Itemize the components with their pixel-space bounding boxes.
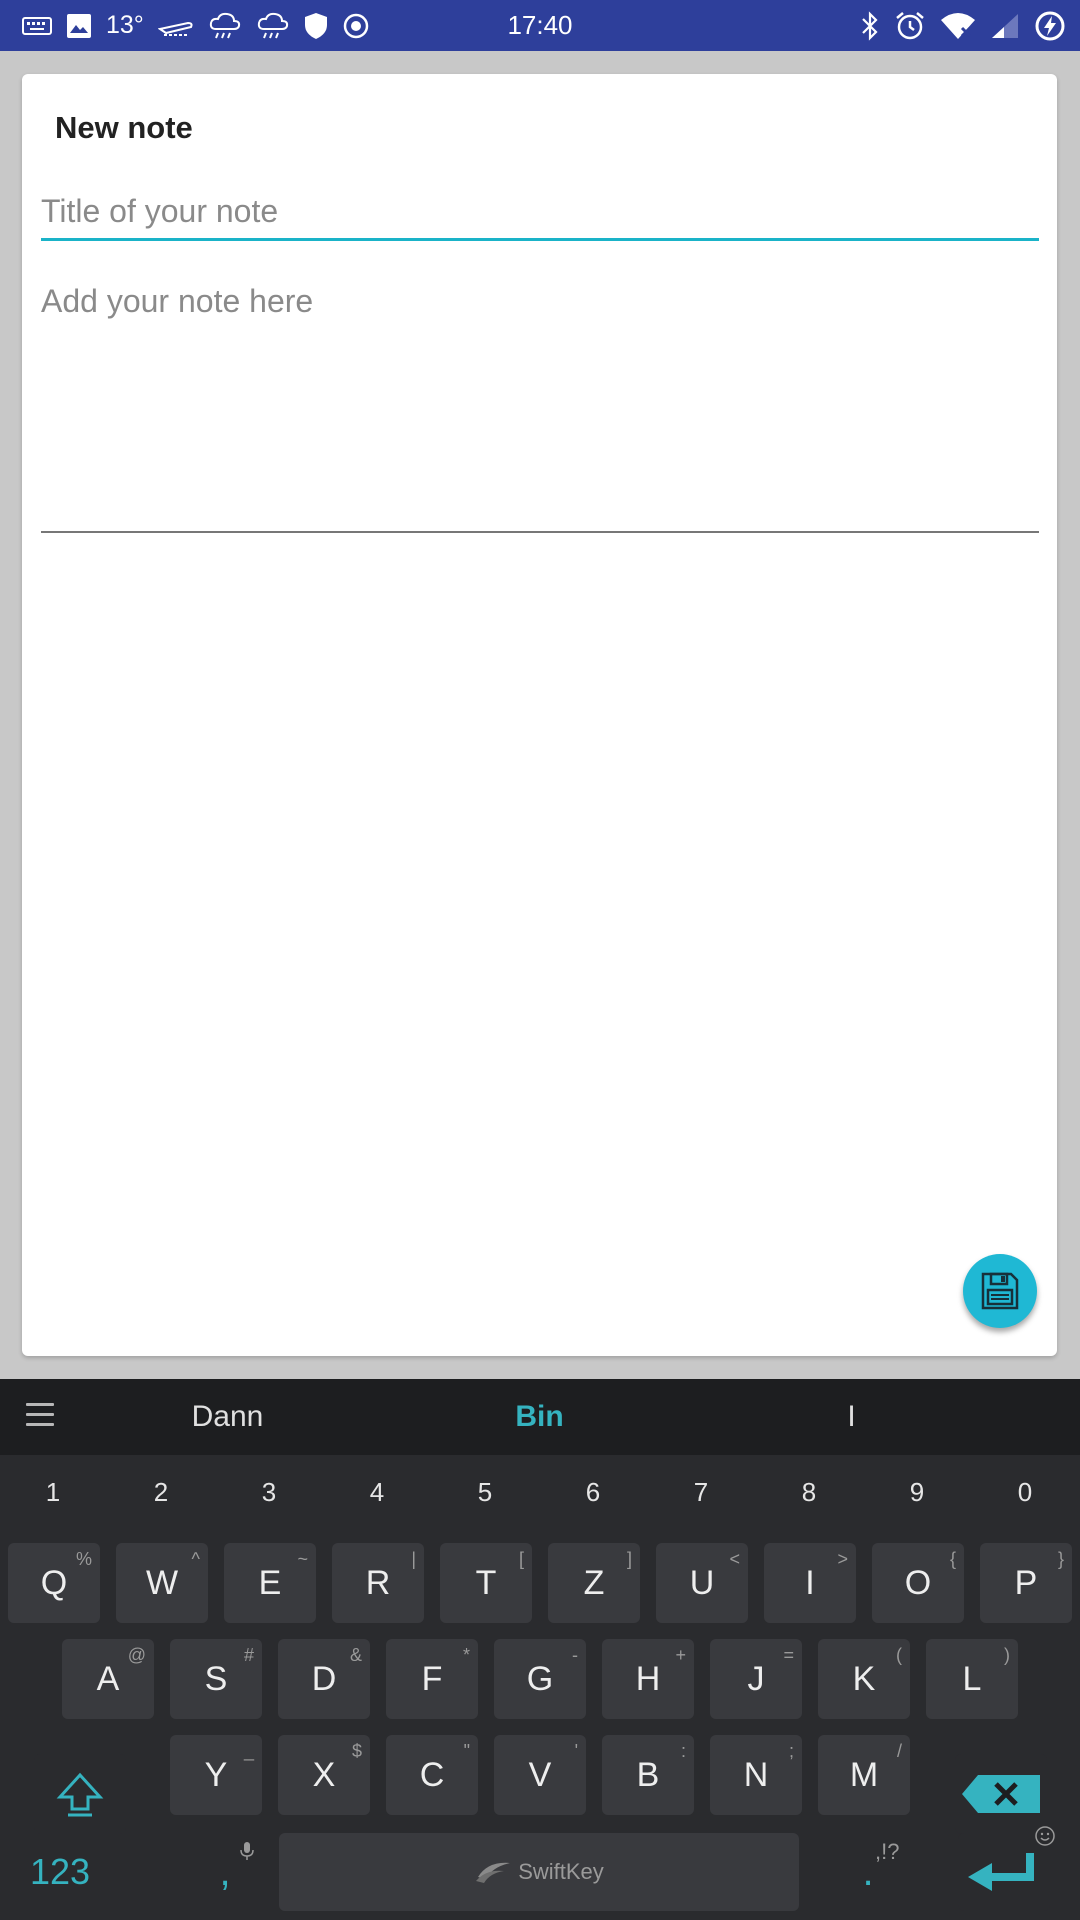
floppy-disk-icon	[981, 1272, 1019, 1310]
letter-key[interactable]: G-	[494, 1639, 586, 1719]
key-alt-label: '	[574, 1741, 578, 1761]
shift-key[interactable]	[34, 1754, 126, 1834]
key-alt-label: *	[462, 1645, 470, 1665]
bluetooth-icon	[860, 8, 880, 44]
key-alt-label: "	[463, 1741, 470, 1761]
number-key[interactable]: 6	[563, 1455, 623, 1529]
letter-key[interactable]: J =	[710, 1639, 802, 1719]
letter-key[interactable]: I >	[764, 1543, 856, 1623]
key-label: R	[365, 1563, 391, 1602]
key-alt-label: >	[837, 1549, 848, 1569]
key-alt-label: :	[680, 1741, 686, 1761]
letter-key[interactable]: S #	[170, 1639, 262, 1719]
key-alt-label: /	[896, 1741, 902, 1761]
letter-key[interactable]: V '	[494, 1735, 586, 1815]
note-body-input[interactable]	[41, 277, 1039, 533]
letter-key[interactable]: R |	[332, 1543, 424, 1623]
key-alt-label: [	[518, 1549, 524, 1569]
letter-key[interactable]: P}	[980, 1543, 1072, 1623]
backspace-icon	[962, 1775, 1040, 1813]
shift-icon	[56, 1772, 104, 1817]
key-alt-label: ^	[191, 1549, 200, 1569]
key-alt-label: |	[411, 1549, 416, 1569]
number-key[interactable]: 7	[671, 1455, 731, 1529]
key-alt-label: %	[75, 1549, 92, 1569]
microphone-icon	[240, 1842, 254, 1860]
swiftkey-keyboard: Dann Bin I 1234567890 Q% W ^ E ~ R | T[Z] U < I > O{…	[0, 1379, 1080, 1920]
new-note-card: New note	[22, 74, 1057, 1356]
alarm-icon	[894, 8, 926, 44]
key-alt-label: )	[1004, 1645, 1010, 1665]
letter-key[interactable]: L)	[926, 1639, 1018, 1719]
key-alt-label: ]	[626, 1549, 632, 1569]
wifi-icon	[940, 8, 976, 44]
letter-key[interactable]: Y _	[170, 1735, 262, 1815]
enter-key[interactable]	[958, 1826, 1055, 1911]
emoji-icon	[1035, 1826, 1055, 1846]
letter-key[interactable]: Q%	[8, 1543, 100, 1623]
number-key[interactable]: 5	[455, 1455, 515, 1529]
suggestion-left[interactable]: Dann	[140, 1379, 315, 1455]
space-key[interactable]: SwiftKey	[279, 1833, 799, 1911]
number-row: 1234567890	[0, 1455, 1080, 1529]
number-key[interactable]: 4	[347, 1455, 407, 1529]
key-alt-label: &	[349, 1645, 362, 1665]
page-title: New note	[55, 110, 193, 145]
menu-icon[interactable]	[26, 1403, 54, 1431]
number-key[interactable]: 3	[239, 1455, 299, 1529]
key-alt-label: ;	[788, 1741, 794, 1761]
suggestion-right[interactable]: I	[764, 1379, 939, 1455]
backspace-key[interactable]	[955, 1754, 1047, 1834]
number-key[interactable]: 1	[23, 1455, 83, 1529]
letter-key[interactable]: B:	[602, 1735, 694, 1815]
number-key[interactable]: 9	[887, 1455, 947, 1529]
suggestion-center[interactable]: Bin	[452, 1379, 627, 1455]
key-alt-label: $	[351, 1741, 362, 1761]
key-alt-label: +	[675, 1645, 686, 1665]
letter-key[interactable]: N;	[710, 1735, 802, 1815]
letter-key[interactable]: Z]	[548, 1543, 640, 1623]
letter-key[interactable]: O{	[872, 1543, 964, 1623]
number-key[interactable]: 8	[779, 1455, 839, 1529]
key-alt-label: }	[1057, 1549, 1064, 1569]
key-alt-label: @	[127, 1645, 146, 1665]
signal-icon	[990, 8, 1020, 44]
letter-key[interactable]: C "	[386, 1735, 478, 1815]
swiftkey-label: SwiftKey	[518, 1859, 604, 1884]
key-label: V	[528, 1755, 552, 1794]
save-button[interactable]	[963, 1254, 1037, 1328]
number-key[interactable]: 2	[131, 1455, 191, 1529]
battery-charging-icon	[1034, 8, 1066, 44]
note-title-input[interactable]	[41, 184, 1039, 241]
punctuation-hint: ,!?	[875, 1839, 900, 1864]
enter-icon	[968, 1853, 1034, 1891]
key-alt-label: <	[729, 1549, 740, 1569]
letter-key[interactable]: H +	[602, 1639, 694, 1719]
letter-key[interactable]: U <	[656, 1543, 748, 1623]
letter-key[interactable]: F *	[386, 1639, 478, 1719]
key-alt-label: -	[572, 1645, 578, 1665]
letter-key[interactable]: A @	[62, 1639, 154, 1719]
suggestion-bar: Dann Bin I	[0, 1379, 1080, 1455]
key-alt-label: =	[783, 1645, 794, 1665]
key-alt-label: ~	[297, 1549, 308, 1569]
letter-key[interactable]: X $	[278, 1735, 370, 1815]
key-alt-label: (	[896, 1645, 902, 1665]
status-bar: 13° 17:40	[0, 0, 1080, 51]
letter-key[interactable]: T[	[440, 1543, 532, 1623]
letter-key[interactable]: M /	[818, 1735, 910, 1815]
key-alt-label: {	[949, 1549, 956, 1569]
numbers-key[interactable]: 123	[30, 1833, 130, 1911]
number-key[interactable]: 0	[995, 1455, 1055, 1529]
letter-key[interactable]: K(	[818, 1639, 910, 1719]
key-alt-label: _	[243, 1741, 254, 1761]
letter-key[interactable]: D &	[278, 1639, 370, 1719]
letter-key[interactable]: E ~	[224, 1543, 316, 1623]
status-right-icons	[860, 0, 1066, 51]
letter-key[interactable]: W ^	[116, 1543, 208, 1623]
swiftkey-logo-icon	[476, 1862, 511, 1883]
key-alt-label: #	[243, 1645, 254, 1665]
